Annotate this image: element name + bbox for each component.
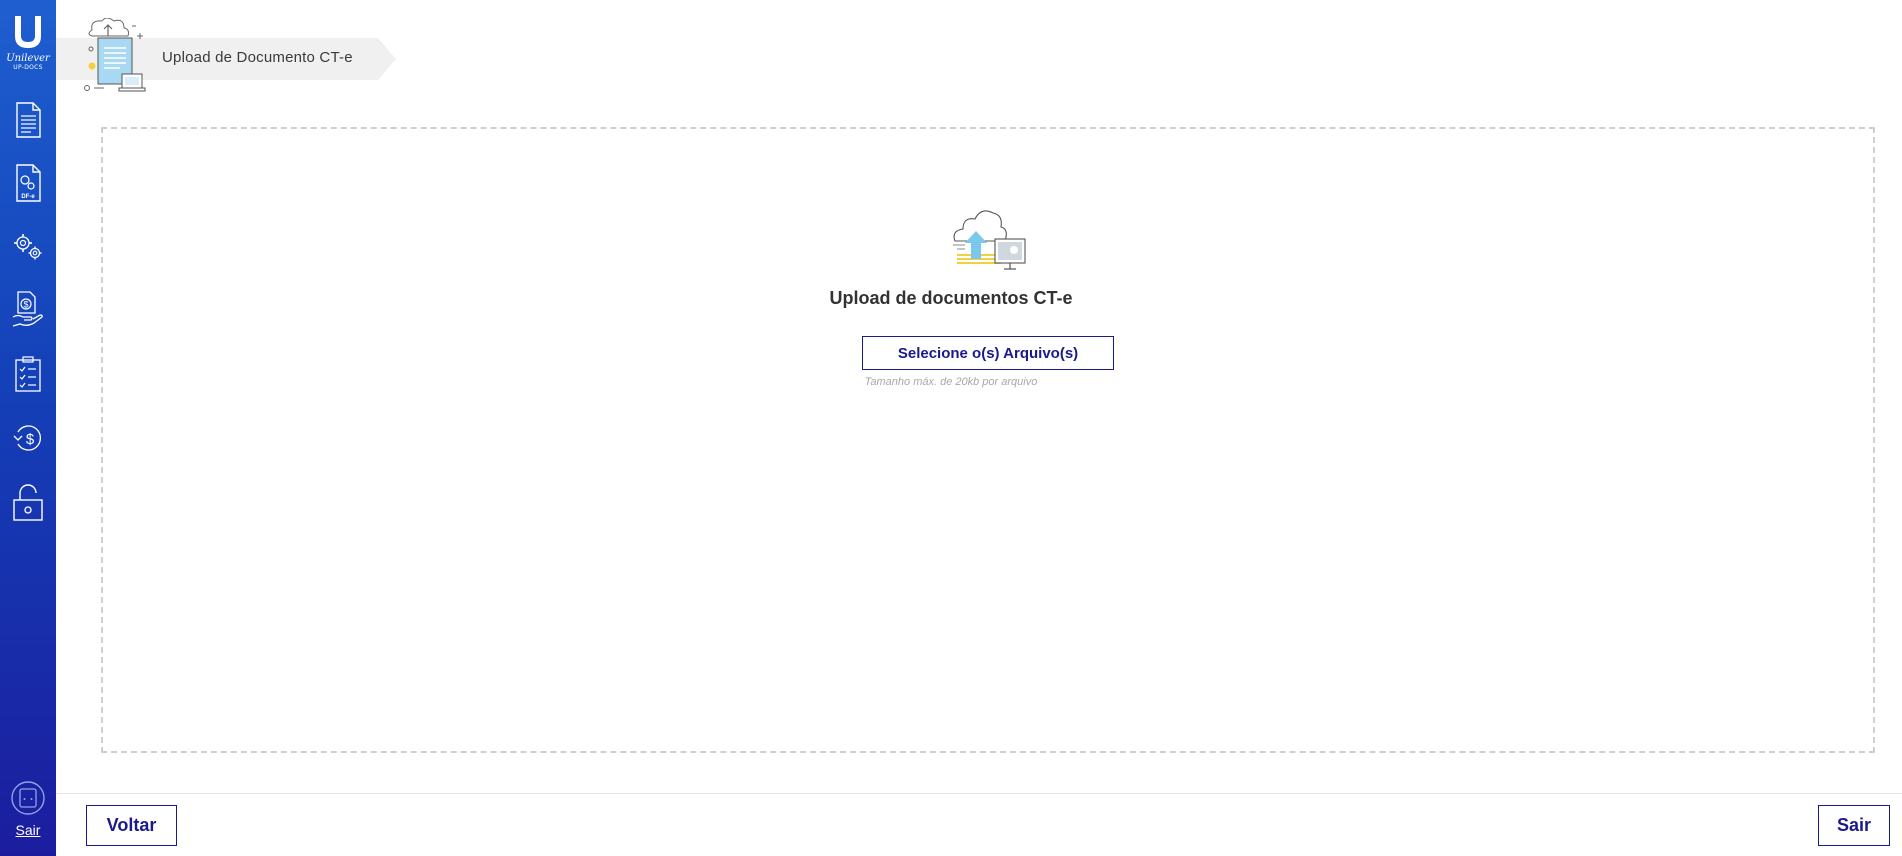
page-title: Upload de Documento CT-e: [162, 49, 353, 66]
sidebar-item-documents[interactable]: [10, 100, 46, 140]
select-files-button[interactable]: Selecione o(s) Arquivo(s): [862, 336, 1114, 370]
dfe-document-icon: DF-e: [16, 164, 41, 202]
sidebar: Unilever UP-DOCS DF-e $ $ Sair: [0, 0, 56, 856]
svg-text:$: $: [26, 431, 35, 448]
sidebar-logout-link[interactable]: Sair: [0, 822, 56, 838]
user-block: Sair: [0, 780, 56, 838]
upload-heading: Upload de documentos CT-e: [829, 288, 1073, 308]
file-size-hint: Tamanho máx. de 20kb por arquivo: [864, 376, 1038, 388]
document-upload-illustration-icon: [84, 18, 146, 92]
dfe-label: DF-e: [21, 194, 35, 200]
exit-button[interactable]: Sair: [1818, 805, 1890, 846]
gears-icon: [14, 234, 42, 260]
unilever-u-icon: [15, 16, 41, 48]
refund-icon: $: [13, 425, 42, 451]
sidebar-item-refunds[interactable]: $: [10, 418, 46, 458]
user-avatar-icon: [11, 781, 45, 815]
sidebar-item-settings[interactable]: [10, 227, 46, 267]
sidebar-item-access[interactable]: [10, 482, 46, 522]
sidebar-item-dfe[interactable]: DF-e: [10, 163, 46, 203]
sidebar-item-checklist[interactable]: [10, 354, 46, 394]
brand-subtitle: UP-DOCS: [13, 64, 43, 71]
back-button[interactable]: Voltar: [86, 805, 177, 846]
document-icon: [16, 102, 41, 138]
cloud-upload-illustration-icon: [953, 210, 1026, 270]
brand-name: Unilever: [6, 53, 50, 64]
footer-divider: [56, 793, 1902, 794]
unilever-logo: Unilever UP-DOCS: [4, 14, 52, 76]
unlock-icon: [13, 484, 43, 521]
